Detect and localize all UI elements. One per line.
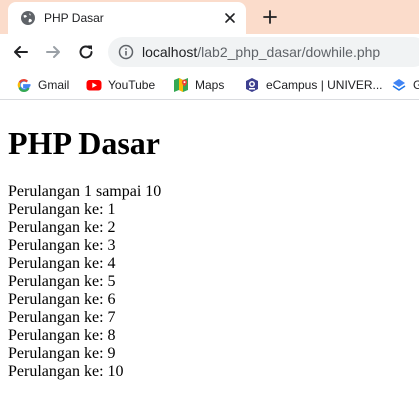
bookmarks-bar: Gmail YouTube Maps eCampus | UNIVER... G	[0, 70, 419, 100]
new-tab-plus-icon[interactable]	[261, 8, 279, 26]
info-icon[interactable]	[118, 44, 134, 60]
loop-line: Perulangan ke: 2	[8, 219, 116, 236]
youtube-icon	[86, 80, 102, 91]
bookmark-label: Maps	[195, 78, 225, 92]
google-icon	[17, 79, 31, 92]
page-heading: PHP Dasar	[8, 125, 160, 161]
loop-line: Perulangan ke: 6	[8, 291, 116, 308]
browser-tab[interactable]: PHP Dasar	[8, 2, 246, 34]
bookmark-icon	[392, 79, 406, 91]
url-text[interactable]: localhost/lab2_php_dasar/dowhile.php	[142, 44, 380, 60]
output-lines: Perulangan 1 sampai 10 Perulangan ke: 1 …	[8, 183, 161, 381]
ecampus-icon	[246, 78, 258, 92]
url-host: localhost	[142, 44, 198, 60]
loop-line: Perulangan ke: 10	[8, 363, 124, 380]
tab-strip: PHP Dasar	[0, 0, 419, 34]
loop-line: Perulangan ke: 9	[8, 345, 116, 362]
bookmark-label: Gmail	[38, 78, 70, 92]
page-content: PHP Dasar Perulangan 1 sampai 10 Perulan…	[0, 101, 419, 407]
loop-line: Perulangan ke: 4	[8, 255, 116, 272]
maps-icon	[174, 78, 188, 92]
globe-icon	[21, 11, 35, 25]
bookmark-label: G	[413, 78, 419, 92]
reload-icon[interactable]	[76, 42, 96, 62]
close-icon[interactable]	[222, 10, 238, 26]
loop-line: Perulangan ke: 7	[8, 309, 116, 326]
intro-line: Perulangan 1 sampai 10	[8, 183, 162, 200]
forward-arrow-icon[interactable]	[43, 42, 63, 62]
tab-title: PHP Dasar	[44, 11, 104, 25]
loop-line: Perulangan ke: 3	[8, 237, 116, 254]
url-path: /lab2_php_dasar/dowhile.php	[197, 44, 381, 60]
loop-line: Perulangan ke: 1	[8, 201, 116, 218]
loop-line: Perulangan ke: 5	[8, 273, 116, 290]
bookmark-label: YouTube	[108, 78, 156, 92]
bookmark-label: eCampus | UNIVER...	[266, 78, 383, 92]
address-bar[interactable]: localhost/lab2_php_dasar/dowhile.php	[108, 37, 419, 67]
browser-toolbar: localhost/lab2_php_dasar/dowhile.php	[0, 34, 419, 70]
back-arrow-icon[interactable]	[11, 42, 31, 62]
loop-line: Perulangan ke: 8	[8, 327, 116, 344]
